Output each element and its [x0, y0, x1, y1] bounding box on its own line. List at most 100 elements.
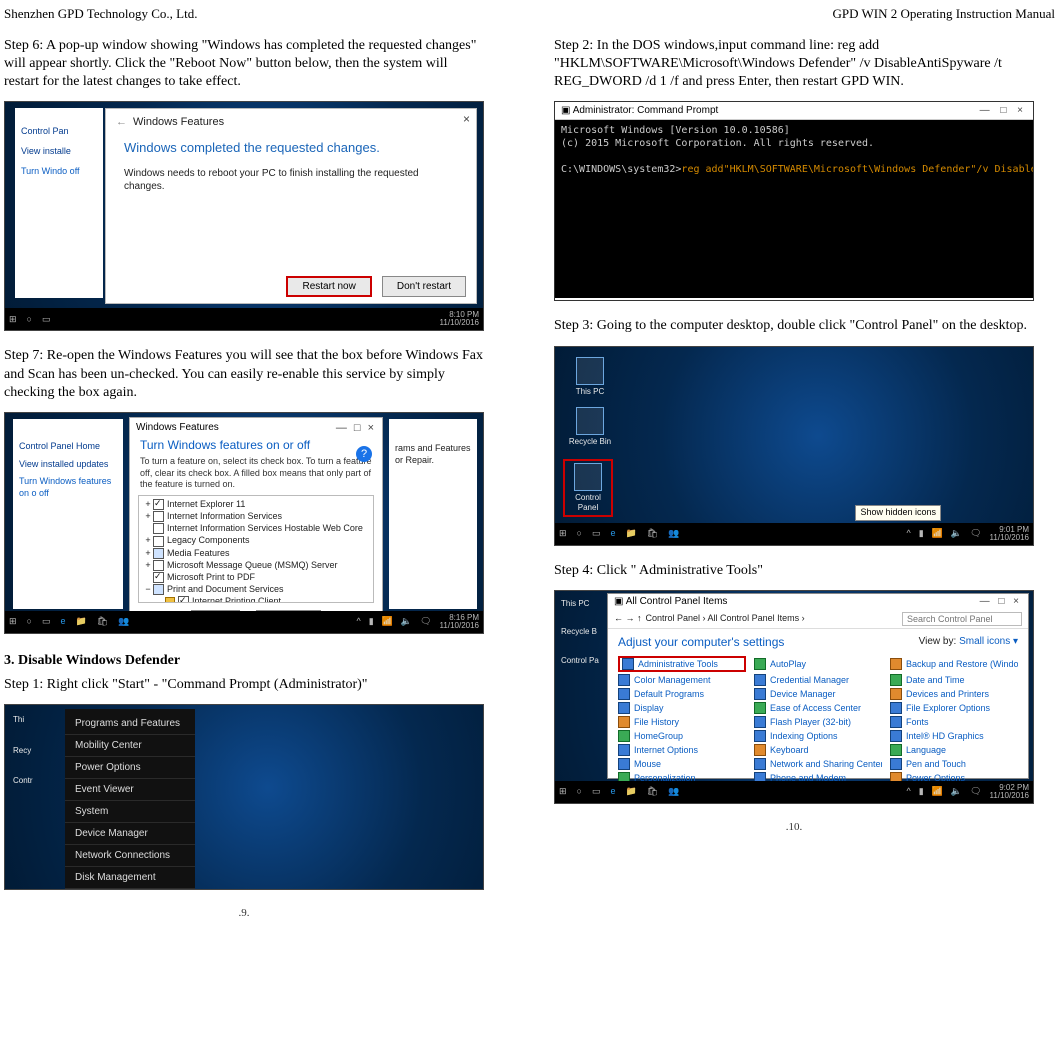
feature-item[interactable]: Internet Information Services	[167, 511, 282, 521]
volume-icon[interactable]: 🔈	[401, 616, 412, 628]
feature-item[interactable]: Legacy Components	[167, 535, 250, 545]
cortana-icon[interactable]: ○	[27, 314, 32, 326]
cp-item[interactable]: Default Programs	[618, 688, 746, 700]
back-icon[interactable]: ←	[116, 115, 127, 129]
cp-item[interactable]: Internet Options	[618, 744, 746, 756]
nav-arrows[interactable]: ← → ↑	[614, 613, 642, 625]
feature-item[interactable]: Print and Document Services	[167, 584, 284, 594]
cp-item[interactable]: Mouse	[618, 758, 746, 770]
cp-item[interactable]: AutoPlay	[754, 656, 882, 672]
winx-item[interactable]: Mobility Center	[65, 735, 195, 757]
winx-menu[interactable]: Programs and FeaturesMobility CenterPowe…	[65, 709, 195, 890]
cp-item[interactable]: File History	[618, 716, 746, 728]
people-icon[interactable]: 👥	[118, 616, 129, 628]
winx-item[interactable]: Computer Management	[65, 889, 195, 890]
cp-item[interactable]: File Explorer Options	[890, 702, 1018, 714]
winx-item[interactable]: Event Viewer	[65, 779, 195, 801]
cortana-icon[interactable]: ○	[27, 616, 32, 628]
explorer-icon[interactable]: 📁	[626, 786, 637, 798]
volume-icon[interactable]: 🔈	[951, 786, 962, 798]
feature-item[interactable]: Internet Information Services Hostable W…	[167, 523, 363, 533]
taskview-icon[interactable]: ▭	[42, 616, 51, 628]
cp-item[interactable]: Pen and Touch	[890, 758, 1018, 770]
cp-item[interactable]: Intel® HD Graphics	[890, 730, 1018, 742]
battery-icon[interactable]: ▮	[369, 616, 374, 628]
window-controls[interactable]: — □ ×	[980, 104, 1027, 117]
cp-item[interactable]: HomeGroup	[618, 730, 746, 742]
tray-chevron-icon[interactable]: ^	[356, 616, 360, 628]
action-center-icon[interactable]: 🗨	[970, 528, 981, 540]
search-input[interactable]	[902, 612, 1022, 626]
store-icon[interactable]: 🛍	[647, 786, 658, 798]
start-icon[interactable]: ⊞	[559, 528, 567, 540]
store-icon[interactable]: 🛍	[647, 528, 658, 540]
cp-item[interactable]: Date and Time	[890, 674, 1018, 686]
dont-restart-button[interactable]: Don't restart	[382, 276, 466, 297]
explorer-icon[interactable]: 📁	[626, 528, 637, 540]
this-pc-icon[interactable]: This PC	[565, 357, 615, 397]
feature-item[interactable]: Microsoft Message Queue (MSMQ) Server	[167, 560, 338, 570]
winx-item[interactable]: Power Options	[65, 757, 195, 779]
taskview-icon[interactable]: ▭	[42, 314, 51, 326]
cp-item[interactable]: Keyboard	[754, 744, 882, 756]
close-icon[interactable]: ×	[463, 112, 470, 128]
battery-icon[interactable]: ▮	[919, 528, 924, 540]
wifi-icon[interactable]: 📶	[382, 616, 393, 628]
wifi-icon[interactable]: 📶	[932, 528, 943, 540]
start-icon[interactable]: ⊞	[9, 314, 17, 326]
edge-icon[interactable]: e	[61, 616, 66, 628]
winx-item[interactable]: Disk Management	[65, 867, 195, 889]
cortana-icon[interactable]: ○	[577, 786, 582, 798]
cp-item[interactable]: Display	[618, 702, 746, 714]
feature-item[interactable]: Internet Printing Client	[192, 596, 281, 603]
cp-item[interactable]: Indexing Options	[754, 730, 882, 742]
cp-item[interactable]: Devices and Printers	[890, 688, 1018, 700]
cp-item[interactable]: Language	[890, 744, 1018, 756]
battery-icon[interactable]: ▮	[919, 786, 924, 798]
volume-icon[interactable]: 🔈	[951, 528, 962, 540]
feature-item[interactable]: Media Features	[167, 548, 230, 558]
window-controls[interactable]: — □ ×	[336, 421, 376, 435]
clock-date: 11/10/2016	[990, 534, 1029, 542]
features-tree[interactable]: +Internet Explorer 11+Internet Informati…	[138, 495, 374, 603]
action-center-icon[interactable]: 🗨	[420, 616, 431, 628]
tray-chevron-icon[interactable]: ^	[906, 786, 910, 798]
breadcrumb[interactable]: Control Panel › All Control Panel Items …	[646, 613, 805, 625]
cp-item[interactable]: Network and Sharing Center	[754, 758, 882, 770]
taskview-icon[interactable]: ▭	[592, 786, 601, 798]
winx-item[interactable]: Device Manager	[65, 823, 195, 845]
viewby-dropdown[interactable]: Small icons ▾	[959, 636, 1018, 647]
cp-item[interactable]: Flash Player (32-bit)	[754, 716, 882, 728]
people-icon[interactable]: 👥	[668, 786, 679, 798]
winx-item[interactable]: System	[65, 801, 195, 823]
cp-item[interactable]: Color Management	[618, 674, 746, 686]
people-icon[interactable]: 👥	[668, 528, 679, 540]
winx-item[interactable]: Network Connections	[65, 845, 195, 867]
cp-item[interactable]: Fonts	[890, 716, 1018, 728]
winx-item[interactable]: Programs and Features	[65, 713, 195, 735]
cp-item[interactable]: Administrative Tools	[618, 656, 746, 672]
store-icon[interactable]: 🛍	[97, 616, 108, 628]
window-controls[interactable]: — □ ×	[980, 595, 1022, 608]
start-icon[interactable]: ⊞	[9, 616, 17, 628]
feature-item[interactable]: Microsoft Print to PDF	[167, 572, 255, 582]
action-center-icon[interactable]: 🗨	[970, 786, 981, 798]
terminal-area[interactable]: Microsoft Windows [Version 10.0.10586] (…	[555, 120, 1033, 298]
control-panel-icon[interactable]: Control Panel	[563, 459, 613, 518]
wifi-icon[interactable]: 📶	[932, 786, 943, 798]
cortana-icon[interactable]: ○	[577, 528, 582, 540]
edge-icon[interactable]: e	[611, 528, 616, 540]
cp-item[interactable]: Backup and Restore (Windows 7)	[890, 656, 1018, 672]
taskview-icon[interactable]: ▭	[592, 528, 601, 540]
explorer-icon[interactable]: 📁	[76, 616, 87, 628]
help-icon[interactable]: ?	[356, 446, 372, 462]
recycle-bin-icon[interactable]: Recycle Bin	[565, 407, 615, 447]
feature-item[interactable]: Internet Explorer 11	[167, 499, 245, 509]
restart-now-button[interactable]: Restart now	[286, 276, 371, 297]
cp-item[interactable]: Device Manager	[754, 688, 882, 700]
cp-item[interactable]: Credential Manager	[754, 674, 882, 686]
start-icon[interactable]: ⊞	[559, 786, 567, 798]
tray-chevron-icon[interactable]: ^	[906, 528, 910, 540]
edge-icon[interactable]: e	[611, 786, 616, 798]
cp-item[interactable]: Ease of Access Center	[754, 702, 882, 714]
